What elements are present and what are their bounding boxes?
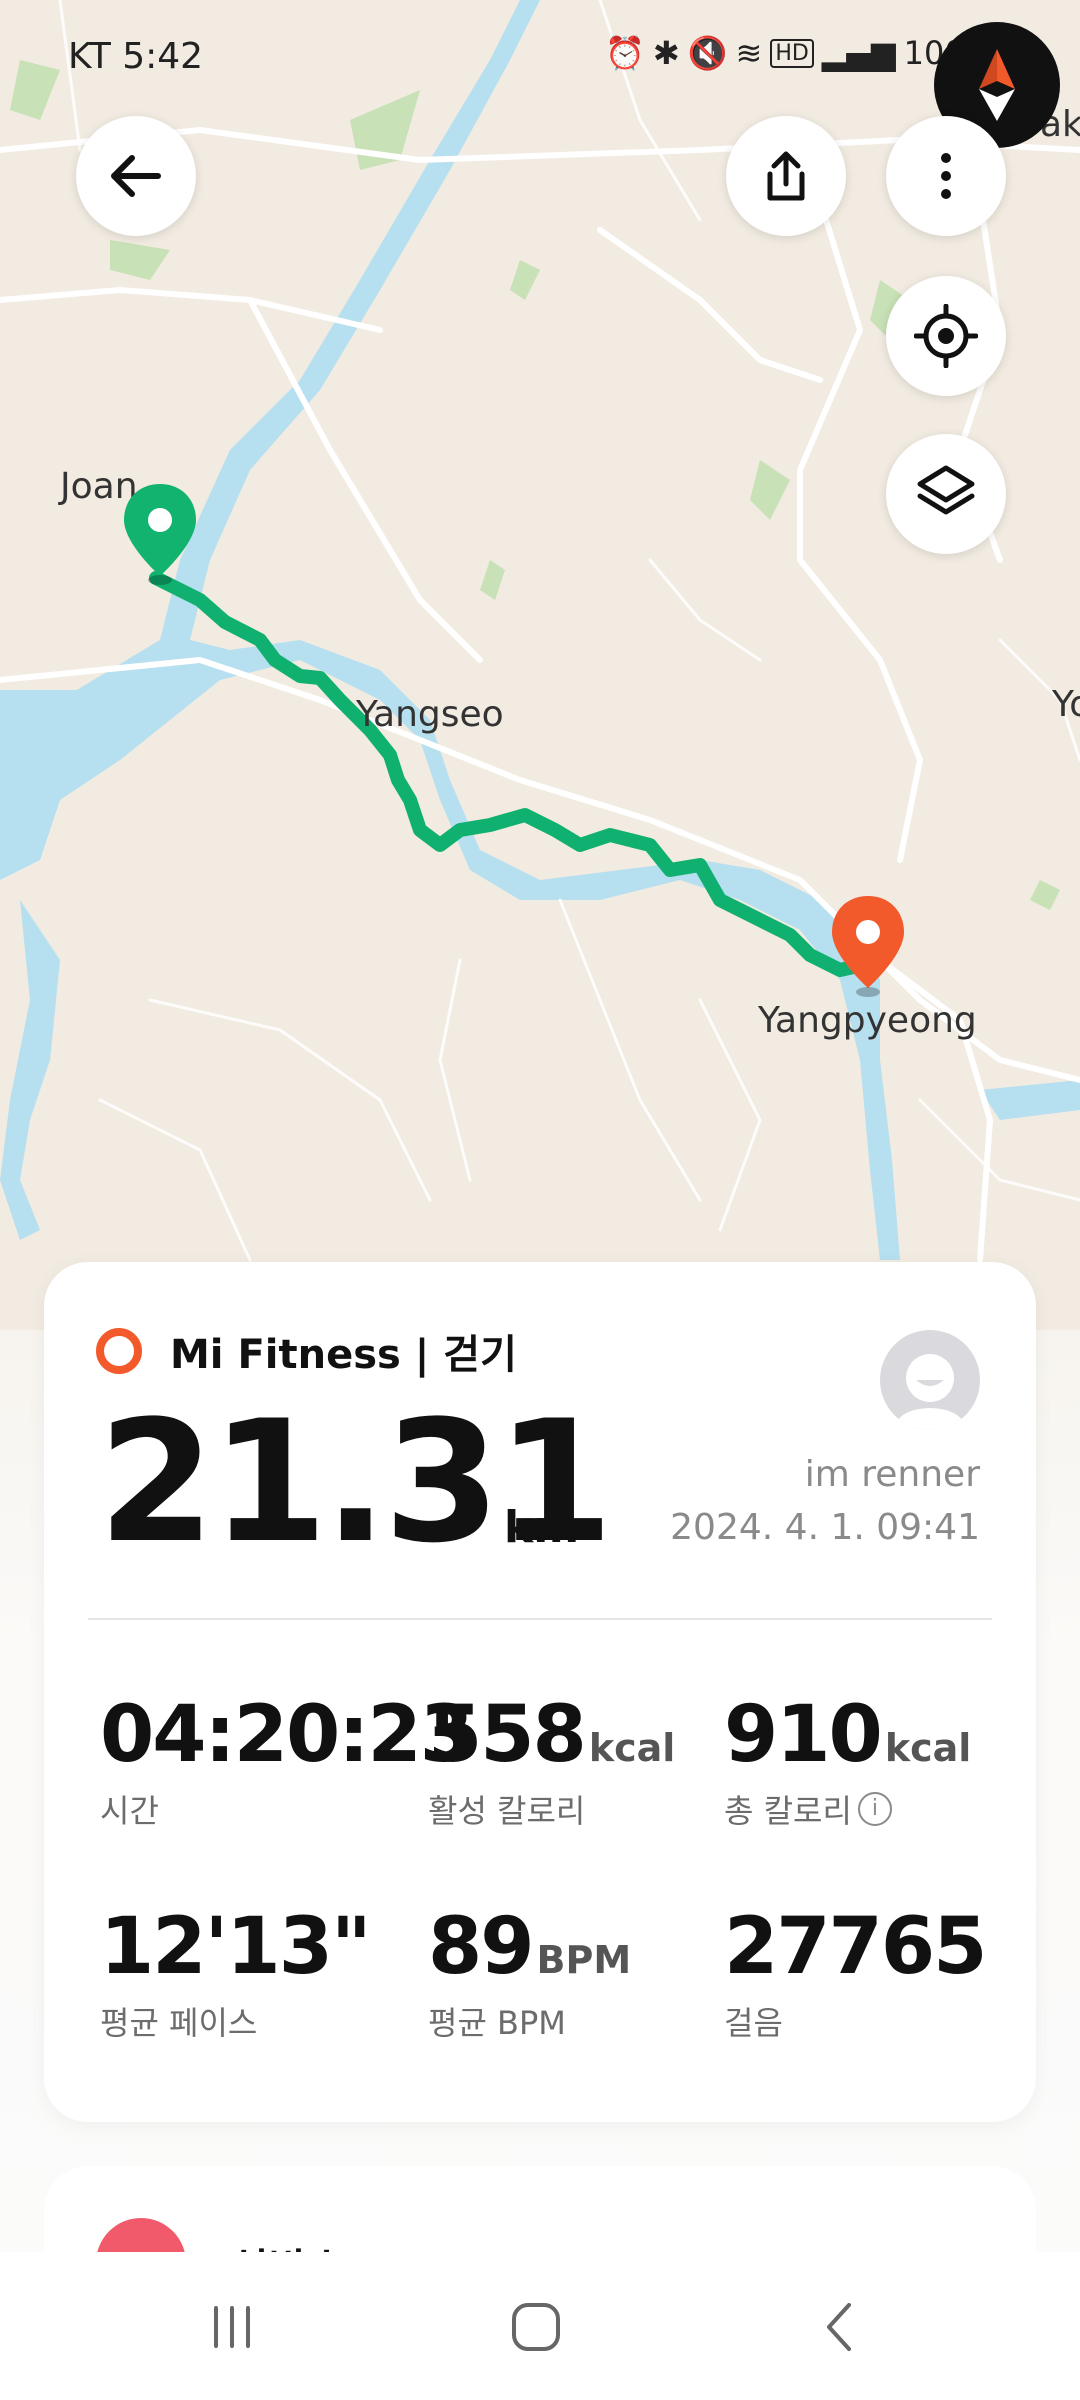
map-label-yangseo: Yangseo bbox=[356, 694, 504, 735]
workout-summary-card[interactable]: Mi Fitness | 걷기 21.31 km im renner 2024.… bbox=[44, 1262, 1036, 2122]
divider bbox=[88, 1618, 992, 1620]
stat-value: 04:20:23 bbox=[100, 1690, 474, 1780]
system-nav-bar bbox=[0, 2252, 1080, 2400]
more-options-button[interactable] bbox=[886, 116, 1006, 236]
stat-value: 12'13" bbox=[100, 1902, 372, 1992]
start-pin-icon bbox=[124, 484, 196, 585]
bluetooth-icon: ✱ bbox=[652, 34, 680, 72]
workout-ring-icon bbox=[96, 1328, 142, 1374]
share-button[interactable] bbox=[726, 116, 846, 236]
locate-button[interactable] bbox=[886, 276, 1006, 396]
home-icon bbox=[512, 2303, 560, 2351]
stat-value: 89 bbox=[428, 1902, 535, 1992]
stat-duration: 04:20:23 시간 bbox=[100, 1690, 474, 1832]
map-label-edge-right: Yo bbox=[1052, 684, 1080, 725]
stat-average-pace: 12'13" 평균 페이스 bbox=[100, 1902, 372, 2044]
share-icon bbox=[767, 151, 805, 201]
stat-unit: kcal bbox=[588, 1726, 676, 1770]
layers-icon bbox=[917, 465, 975, 515]
stat-average-bpm: 89 BPM 평균 BPM bbox=[428, 1902, 631, 2044]
stat-value: 910 bbox=[724, 1690, 883, 1780]
stat-label: 평균 페이스 bbox=[100, 2004, 258, 2042]
distance-unit: km bbox=[504, 1502, 580, 1553]
status-time: KT 5:42 bbox=[68, 36, 204, 77]
app-title: Mi Fitness | 걷기 bbox=[170, 1332, 517, 1378]
avatar[interactable] bbox=[880, 1330, 980, 1430]
home-button[interactable] bbox=[496, 2292, 576, 2362]
stat-value: 558 bbox=[428, 1690, 587, 1780]
status-bar: KT 5:42 ⏰ ✱ 🔇 ≋ HD ▂▄▆ 100 bbox=[0, 0, 1080, 120]
end-pin-icon bbox=[832, 896, 904, 997]
stat-total-calories: 910 kcal 총 칼로리 i bbox=[724, 1690, 971, 1832]
arrow-left-icon bbox=[111, 155, 161, 197]
stat-value: 27765 bbox=[724, 1902, 987, 1992]
user-name: im renner bbox=[804, 1454, 980, 1495]
stat-unit: BPM bbox=[536, 1938, 632, 1982]
wifi-icon: ≋ bbox=[735, 34, 763, 72]
chevron-left-icon bbox=[827, 2303, 851, 2351]
info-icon[interactable]: i bbox=[857, 1792, 892, 1826]
recent-apps-button[interactable] bbox=[192, 2292, 272, 2362]
stat-label: 걸음 bbox=[724, 2004, 783, 2042]
mute-icon: 🔇 bbox=[687, 34, 728, 72]
stat-label: 활성 칼로리 bbox=[428, 1792, 586, 1830]
back-button[interactable] bbox=[76, 116, 196, 236]
stat-steps: 27765 걸음 bbox=[724, 1902, 987, 2044]
status-icons: ⏰ ✱ 🔇 ≋ HD ▂▄▆ 100 bbox=[605, 34, 965, 72]
stat-active-calories: 558 kcal 활성 칼로리 bbox=[428, 1690, 675, 1832]
stat-label-row: 총 칼로리 i bbox=[724, 1786, 971, 1832]
stat-label: 평균 BPM bbox=[428, 2004, 566, 2042]
workout-datetime: 2024. 4. 1. 09:41 bbox=[670, 1507, 980, 1548]
hd-icon: HD bbox=[770, 38, 814, 68]
stat-label: 시간 bbox=[100, 1792, 159, 1830]
card-header: Mi Fitness | 걷기 bbox=[96, 1322, 517, 1380]
signal-icon: ▂▄▆ bbox=[821, 34, 896, 72]
recent-apps-icon bbox=[214, 2306, 250, 2348]
map-label-yangpyeong: Yangpyeong bbox=[758, 1000, 977, 1041]
avatar-icon bbox=[896, 1354, 964, 1430]
more-vertical-icon bbox=[941, 153, 951, 199]
crosshair-icon bbox=[914, 304, 978, 368]
layers-button[interactable] bbox=[886, 434, 1006, 554]
alarm-icon: ⏰ bbox=[605, 34, 645, 72]
stat-label: 총 칼로리 bbox=[724, 1792, 852, 1830]
compass-icon bbox=[979, 49, 1015, 121]
back-nav-button[interactable] bbox=[800, 2292, 880, 2362]
stat-unit: kcal bbox=[884, 1726, 972, 1770]
